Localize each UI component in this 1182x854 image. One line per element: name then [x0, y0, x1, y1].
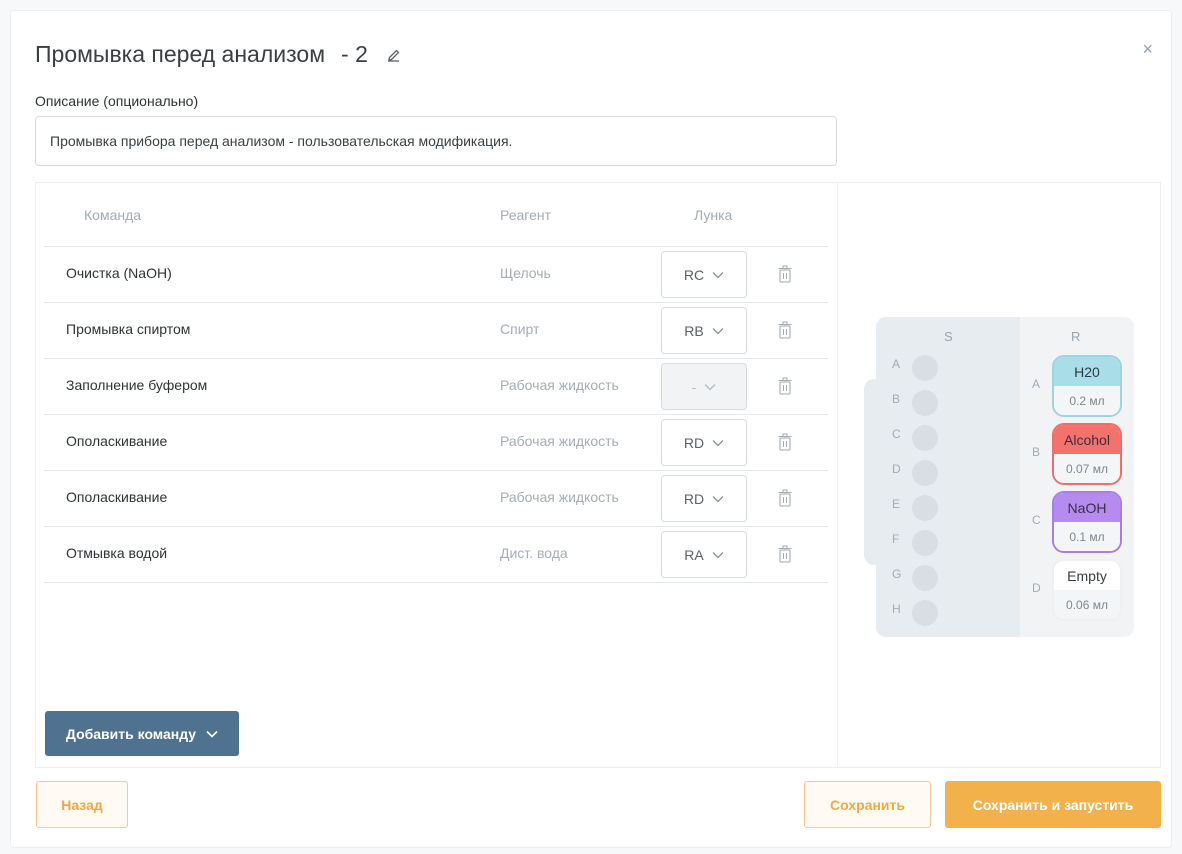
well-select[interactable]: RB — [661, 307, 747, 354]
add-command-label: Добавить команду — [65, 725, 197, 742]
well-select[interactable]: RA — [661, 531, 747, 578]
header-command: Команда — [84, 207, 142, 223]
trash-icon[interactable] — [778, 321, 792, 339]
header-reagent: Реагент — [500, 207, 552, 223]
reagent-well-volume: 0.06 мл — [1054, 590, 1120, 619]
title-text: Промывка перед анализом — [35, 41, 326, 67]
trash-icon[interactable] — [778, 433, 792, 451]
trash-icon[interactable] — [778, 377, 792, 395]
well-select-value: RD — [683, 434, 705, 451]
reagent-well[interactable]: Alcohol 0.07 мл — [1052, 423, 1122, 485]
chevron-down-icon — [712, 327, 724, 334]
reagent-well-volume: 0.2 мл — [1054, 386, 1120, 415]
description-input[interactable] — [35, 116, 837, 166]
table-row: Промывка спиртом Спирт RB — [44, 303, 828, 359]
plate-s-well[interactable] — [912, 565, 938, 591]
plate-r-row-label: B — [1032, 445, 1041, 459]
plate-s-row-label: F — [892, 532, 900, 546]
well-select[interactable]: - — [661, 363, 747, 410]
command-panel: Команда Реагент Лунка Очистка (NaOH) Щело… — [35, 182, 1161, 768]
plate-r-row-label: A — [1032, 377, 1041, 391]
command-name: Очистка (NaOH) — [66, 265, 172, 281]
well-select-value: RA — [684, 546, 704, 563]
command-name: Промывка спиртом — [66, 321, 191, 337]
plate-s-well[interactable] — [912, 600, 938, 626]
reagent-well[interactable]: NaOH 0.1 мл — [1052, 491, 1122, 553]
plate-s-row-label: G — [892, 567, 902, 581]
plate-s-row-label: A — [892, 357, 901, 371]
plate-s-row-label: D — [892, 462, 901, 476]
plate-s-row-label: E — [892, 497, 901, 511]
plate-s-well[interactable] — [912, 530, 938, 556]
reagent-name: Рабочая жидкость — [500, 489, 619, 505]
command-name: Ополаскивание — [66, 433, 168, 449]
table-row: Заполнение буфером Рабочая жидкость - — [44, 359, 828, 415]
table-row: Ополаскивание Рабочая жидкость RD — [44, 471, 828, 527]
reagent-name: Дист. вода — [500, 545, 568, 561]
reagent-well[interactable]: H20 0.2 мл — [1052, 355, 1122, 417]
protocol-edit-dialog: Промывка перед анализом - 2 × Описание (… — [10, 10, 1172, 848]
reagent-well-volume: 0.07 мл — [1054, 454, 1120, 483]
plate-r-header: R — [1071, 329, 1081, 344]
back-button[interactable]: Назад — [36, 781, 128, 828]
reagent-well-name: NaOH — [1054, 493, 1120, 522]
reagent-name: Рабочая жидкость — [500, 377, 619, 393]
well-select[interactable]: RD — [661, 419, 747, 466]
command-table: Команда Реагент Лунка Очистка (NaOH) Щело… — [36, 183, 837, 767]
well-select-value: - — [691, 378, 697, 395]
table-row: Очистка (NaOH) Щелочь RC — [44, 247, 828, 303]
plate-s-well[interactable] — [912, 390, 938, 416]
plate-s-well[interactable] — [912, 460, 938, 486]
pencil-icon[interactable] — [386, 47, 402, 63]
chevron-down-icon — [704, 383, 716, 390]
close-icon[interactable]: × — [1142, 39, 1153, 60]
description-label: Описание (опционально) — [35, 93, 199, 109]
reagent-well-name: Empty — [1054, 561, 1120, 590]
command-name: Ополаскивание — [66, 489, 168, 505]
save-button[interactable]: Сохранить — [804, 781, 931, 828]
plate-r-row-label: D — [1032, 581, 1041, 595]
plate-s-well[interactable] — [912, 425, 938, 451]
table-header: Команда Реагент Лунка — [44, 183, 828, 247]
trash-icon[interactable] — [778, 489, 792, 507]
add-command-button[interactable]: Добавить команду — [45, 711, 239, 756]
plate-s-well[interactable] — [912, 495, 938, 521]
trash-icon[interactable] — [778, 265, 792, 283]
plate-r-row-label: C — [1032, 513, 1041, 527]
reagent-well-name: H20 — [1054, 357, 1120, 386]
table-row: Ополаскивание Рабочая жидкость RD — [44, 415, 828, 471]
plate-view: S R ABCDEFGH A H20 0.2 мл B Alcohol 0.07 мл C N… — [837, 183, 1160, 767]
well-select-value: RB — [684, 322, 704, 339]
reagent-name: Щелочь — [500, 265, 551, 281]
reagent-well[interactable]: Empty 0.06 мл — [1052, 559, 1122, 621]
chevron-down-icon — [712, 439, 724, 446]
chevron-down-icon — [712, 551, 724, 558]
reagent-well-name: Alcohol — [1054, 425, 1120, 454]
table-row: Отмывка водой Дист. вода RA — [44, 527, 828, 583]
well-select-value: RC — [683, 266, 705, 283]
well-select[interactable]: RC — [661, 251, 747, 298]
plate-s-row-label: B — [892, 392, 901, 406]
plate-s-header: S — [944, 329, 953, 344]
save-and-run-button[interactable]: Сохранить и запустить — [945, 781, 1161, 828]
trash-icon[interactable] — [778, 545, 792, 563]
reagent-name: Рабочая жидкость — [500, 433, 619, 449]
chevron-down-icon — [712, 495, 724, 502]
well-select-value: RD — [683, 490, 705, 507]
chevron-down-icon — [712, 271, 724, 278]
plate-s-well[interactable] — [912, 355, 938, 381]
plate-s-row-label: C — [892, 427, 901, 441]
plate-s-row-label: H — [892, 602, 901, 616]
title-suffix: - 2 — [341, 41, 368, 67]
reagent-well-volume: 0.1 мл — [1054, 522, 1120, 551]
reagent-name: Спирт — [500, 321, 540, 337]
command-name: Отмывка водой — [66, 545, 168, 561]
header-well: Лунка — [694, 207, 733, 223]
dialog-title: Промывка перед анализом - 2 — [35, 41, 402, 68]
well-select[interactable]: RD — [661, 475, 747, 522]
command-name: Заполнение буфером — [66, 377, 208, 393]
chevron-down-icon — [206, 730, 218, 738]
